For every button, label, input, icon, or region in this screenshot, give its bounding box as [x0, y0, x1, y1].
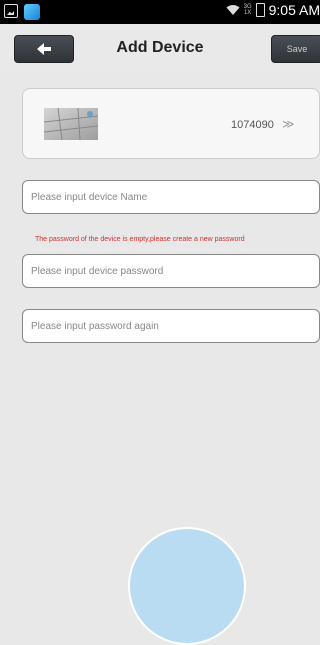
signal-icon: 3G 1X	[243, 4, 252, 16]
device-thumbnail	[44, 108, 98, 140]
save-button[interactable]: Save	[271, 35, 320, 63]
wifi-icon	[226, 5, 240, 15]
header-bar: Add Device Save	[0, 24, 320, 74]
device-password-input[interactable]: Please input device password	[22, 254, 320, 288]
confirm-circle-button[interactable]	[128, 527, 246, 645]
confirm-password-input[interactable]: Please input password again	[22, 309, 320, 343]
battery-icon	[255, 3, 265, 17]
app-icon	[24, 4, 40, 20]
chevron-right-icon: ≫	[282, 117, 295, 131]
status-bar: 3G 1X 9:05 AM	[0, 0, 320, 24]
gallery-icon	[4, 4, 18, 18]
device-id: 1074090	[231, 119, 274, 131]
device-name-input[interactable]: Please input device Name	[22, 180, 320, 214]
status-time: 9:05 AM	[268, 2, 320, 18]
password-warning: The password of the device is empty,plea…	[35, 236, 245, 243]
device-card[interactable]: 1074090 ≫	[22, 88, 320, 159]
